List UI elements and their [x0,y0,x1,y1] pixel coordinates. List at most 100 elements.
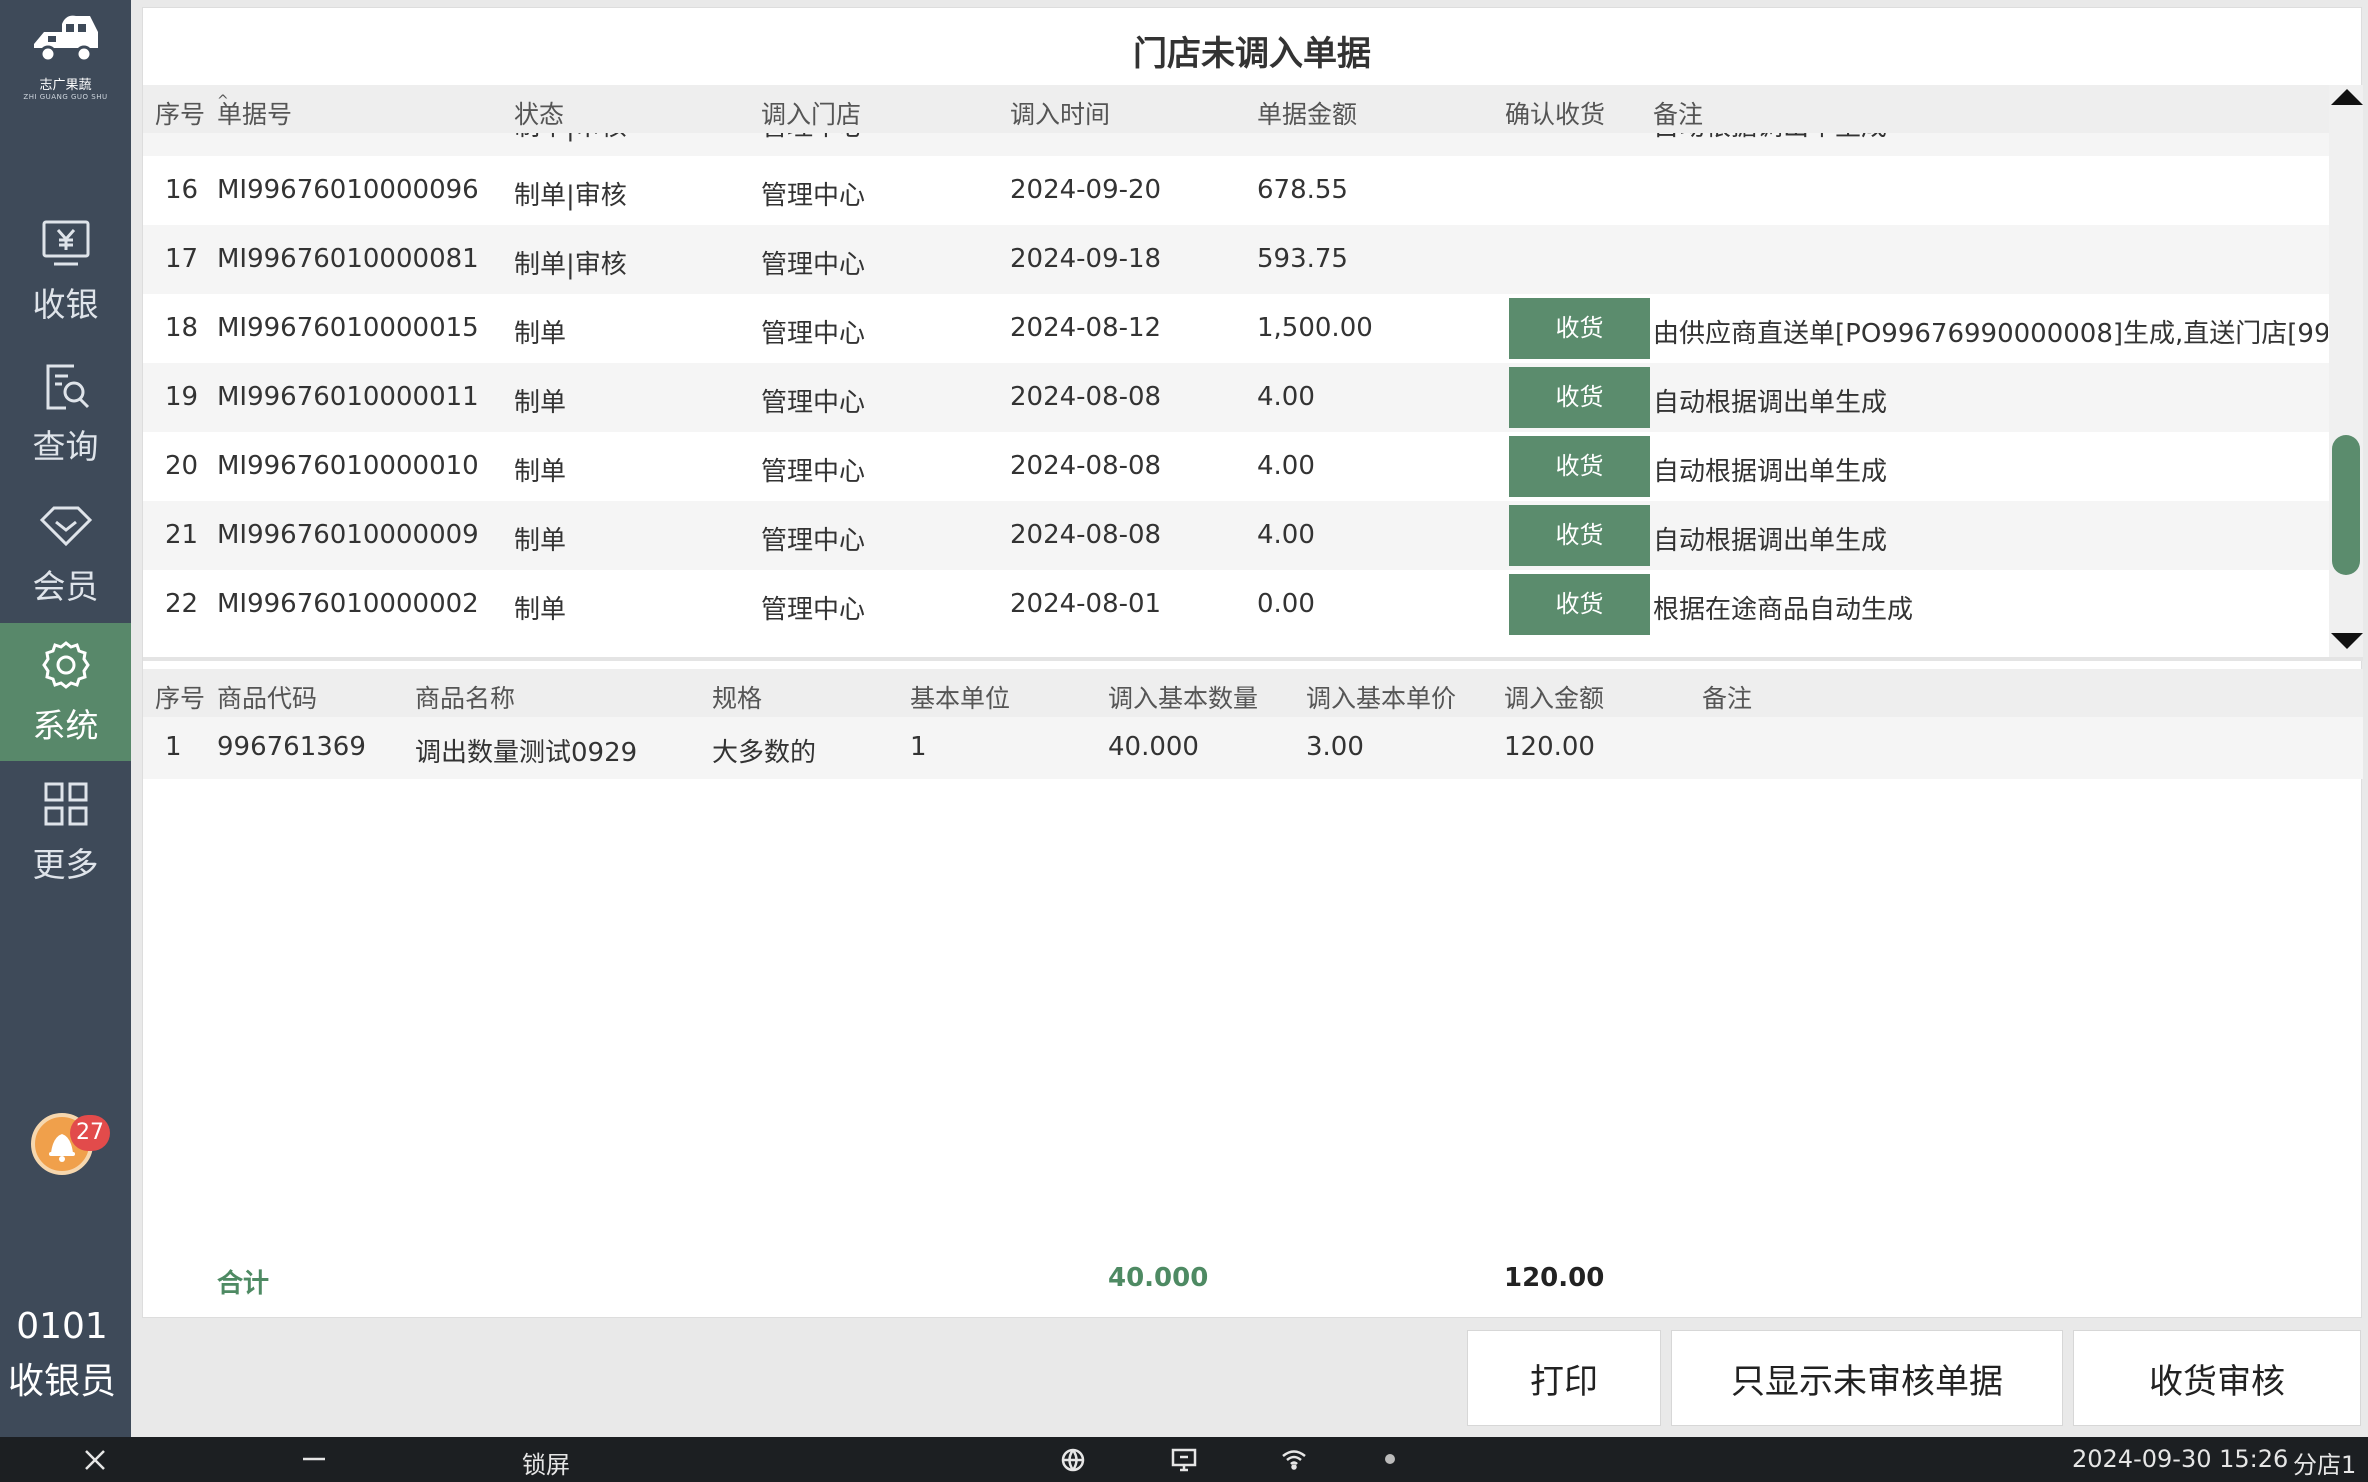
cell-seq: 17 [165,244,199,274]
cell-time: 2024-09-18 [1010,244,1162,274]
header-spec[interactable]: 规格 [712,679,762,715]
cell-amount: 593.75 [1257,244,1348,274]
cell-seq: 20 [165,451,199,481]
taskbar: 锁屏 2024-09-30 15:26 分店1 [0,1437,2368,1482]
cell-price: 3.00 [1306,732,1364,762]
table-row[interactable]: 16 MI99676010000096 制单|审核 管理中心 2024-09-20 678… [143,156,2329,225]
table-row[interactable]: 15 MI99676010000108 制单|审核 管理中心 2024-09-23 0.0… [143,133,2329,156]
scroll-down-icon[interactable] [2331,633,2363,649]
header-remark[interactable]: 备注 [1653,95,1703,131]
cashier-icon [42,220,89,266]
header-detail-amount[interactable]: 调入金额 [1504,679,1604,715]
table-row[interactable]: 1 996761369 调出数量测试0929 大多数的 1 40.000 3.00 120.0… [143,717,2363,779]
cell-time: 2024-08-08 [1010,520,1162,550]
table-row[interactable]: 20 MI99676010000010 制单 管理中心 2024-08-08 4.00 收货… [143,432,2329,501]
cell-time: 2024-08-01 [1010,589,1162,619]
nav-cashier[interactable]: 收银 [0,202,131,340]
cell-seq: 19 [165,382,199,412]
query-icon [46,364,89,410]
cell-time: 2024-09-23 [1010,133,1161,136]
cell-store: 管理中心 [761,181,866,211]
cell-remark: 自动根据调出单生成 [1653,457,1888,487]
table-row[interactable]: 22 MI99676010000002 制单 管理中心 2024-08-01 0.00 收货… [143,570,2329,639]
receive-button[interactable]: 收货 [1509,367,1650,428]
header-qty[interactable]: 调入基本数量 [1108,679,1258,715]
cell-amount: 120.00 [1504,732,1595,762]
brand-logo: 志广果蔬 ZHI GUANG GUO SHU [0,10,131,110]
cell-time: 2024-09-20 [1010,175,1162,205]
cell-doc-no: MI99676010000015 [217,313,479,343]
cell-doc-no: MI99676010000010 [217,451,479,481]
cell-store: 管理中心 [761,133,865,143]
detail-table-header: 序号 商品代码 商品名称 规格 基本单位 调入基本数量 调入基本单价 调入金额 … [143,669,2363,717]
header-status[interactable]: 状态 [514,95,564,131]
cell-status: 制单|审核 [514,250,627,280]
lock-screen-button[interactable]: 锁屏 [522,1445,570,1480]
cell-amount: 678.55 [1257,175,1348,205]
document-table-body: 15MI99676010000108制单|审核管理中心2024-09-230.0… [143,133,2329,657]
receive-review-button[interactable]: 收货审核 [2073,1330,2361,1426]
cell-store: 管理中心 [761,388,866,418]
cell-doc-no: MI99676010000009 [217,520,479,550]
wifi-icon[interactable] [1280,1447,1308,1471]
page-title: 门店未调入单据 [1133,34,1371,74]
nav-query[interactable]: 查询 [0,344,131,482]
header-seq[interactable]: 序号 [155,95,205,131]
monitor-icon[interactable] [1170,1447,1198,1473]
cell-spec: 大多数的 [712,738,817,768]
print-button[interactable]: 打印 [1467,1330,1661,1426]
cell-store: 管理中心 [761,457,866,487]
cell-remark: 自动根据调出单生成 [1653,526,1888,556]
cell-amount: 1,500.00 [1257,313,1373,343]
cell-doc-no: MI99676010000081 [217,244,479,274]
globe-icon[interactable] [1060,1447,1086,1473]
header-confirm[interactable]: 确认收货 [1505,95,1605,131]
cell-amount: 0.00 [1257,133,1315,136]
scroll-up-icon[interactable] [2331,89,2363,105]
receive-button[interactable]: 收货 [1509,574,1650,635]
detail-table-body: 1 996761369 调出数量测试0929 大多数的 1 40.000 3.00 120.0… [143,717,2363,779]
table-row[interactable]: 21 MI99676010000009 制单 管理中心 2024-08-08 4.00 收货… [143,501,2329,570]
receive-button[interactable]: 收货 [1509,505,1650,566]
scroll-thumb[interactable] [2332,435,2360,576]
cell-amount: 4.00 [1257,382,1315,412]
status-dot-icon [1385,1454,1395,1464]
header-time[interactable]: 调入时间 [1010,95,1110,131]
receive-button[interactable]: 收货 [1509,436,1650,497]
cell-status: 制单|审核 [514,181,627,211]
header-store[interactable]: 调入门店 [761,95,861,131]
header-detail-remark[interactable]: 备注 [1702,679,1752,715]
cell-unit: 1 [910,732,927,762]
cell-name: 调出数量测试0929 [415,738,638,768]
only-unreviewed-button[interactable]: 只显示未审核单据 [1671,1330,2063,1426]
table-row[interactable]: 18 MI99676010000015 制单 管理中心 2024-08-12 1,500.… [143,294,2329,363]
nav-system[interactable]: 系统 [0,623,131,761]
header-price[interactable]: 调入基本单价 [1306,679,1456,715]
header-code[interactable]: 商品代码 [217,679,317,715]
cell-store: 管理中心 [761,250,866,280]
cell-qty: 40.000 [1108,732,1199,762]
cell-time: 2024-08-12 [1010,313,1162,343]
minimize-icon[interactable] [300,1449,328,1469]
document-table-scrollbar[interactable] [2329,85,2363,657]
totals-label: 合计 [217,1269,270,1299]
header-unit[interactable]: 基本单位 [910,679,1010,715]
close-icon[interactable] [82,1447,108,1473]
nav-more[interactable]: 更多 [0,762,131,900]
cell-seq: 22 [165,589,199,619]
cell-remark: 由供应商直送单[PO99676990000008]生成,直送门店[99|管理中心… [1653,319,2328,349]
table-row[interactable]: 17 MI99676010000081 制单|审核 管理中心 2024-09-18 593… [143,225,2329,294]
truck-logo-icon [33,15,98,63]
cell-doc-no: MI99676010000002 [217,589,479,619]
header-name[interactable]: 商品名称 [415,679,515,715]
header-doc-no[interactable]: 单据号 [217,95,292,131]
receive-button[interactable]: 收货 [1509,298,1650,359]
header-amount[interactable]: 单据金额 [1257,95,1357,131]
nav-member[interactable]: 会员 [0,484,131,622]
cell-time: 2024-08-08 [1010,382,1162,412]
cashier-role: 收银员 [7,1361,116,1402]
cell-amount: 4.00 [1257,451,1315,481]
header-seq[interactable]: 序号 [155,679,205,715]
table-row[interactable]: 19 MI99676010000011 制单 管理中心 2024-08-08 4.00 收货… [143,363,2329,432]
cell-seq: 1 [165,732,182,762]
